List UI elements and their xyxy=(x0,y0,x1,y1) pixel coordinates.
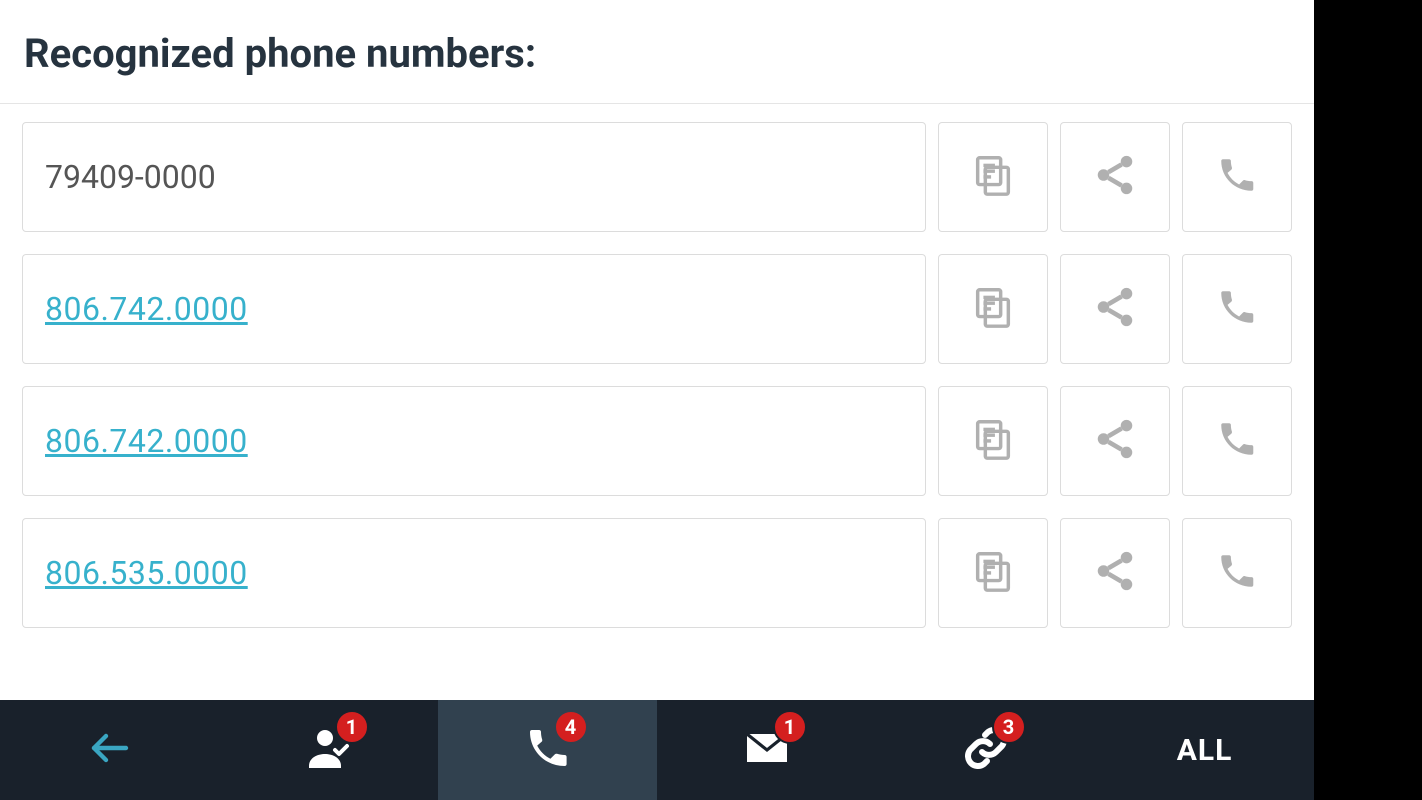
share-button[interactable] xyxy=(1060,254,1170,364)
share-button[interactable] xyxy=(1060,386,1170,496)
nav-link-button[interactable]: 3 xyxy=(876,700,1095,800)
copy-button[interactable] xyxy=(938,254,1048,364)
copy-button[interactable] xyxy=(938,122,1048,232)
call-button[interactable] xyxy=(1182,254,1292,364)
call-button[interactable] xyxy=(1182,386,1292,496)
phone-icon xyxy=(1216,418,1258,464)
android-recent-button[interactable] xyxy=(1342,172,1394,224)
page-title: Recognized phone numbers: xyxy=(24,30,1290,77)
copy-button[interactable] xyxy=(938,518,1048,628)
phone-number-box: 79409-0000 xyxy=(22,122,926,232)
phone-number-link[interactable]: 806.535.0000 xyxy=(45,554,248,592)
all-label: ALL xyxy=(1177,733,1233,768)
phone-number-link[interactable]: 806.742.0000 xyxy=(45,422,248,460)
nav-all-button[interactable]: ALL xyxy=(1095,700,1314,800)
arrow-left-icon xyxy=(86,724,134,776)
copy-icon xyxy=(970,152,1016,202)
phone-number-box[interactable]: 806.742.0000 xyxy=(22,386,926,496)
phone-number-link[interactable]: 806.742.0000 xyxy=(45,290,248,328)
phone-icon xyxy=(1216,286,1258,332)
phone-icon xyxy=(1216,154,1258,200)
mail-badge: 1 xyxy=(773,710,807,744)
phone-number-row: 806.742.0000 xyxy=(22,386,1292,496)
copy-icon xyxy=(970,548,1016,598)
contacts-badge: 1 xyxy=(335,710,369,744)
phone-number-box[interactable]: 806.535.0000 xyxy=(22,518,926,628)
phone-number-row: 79409-0000 xyxy=(22,122,1292,232)
share-button[interactable] xyxy=(1060,518,1170,628)
phone-number-row: 806.535.0000 xyxy=(22,518,1292,628)
link-badge: 3 xyxy=(992,710,1026,744)
phone-number-row: 806.742.0000 xyxy=(22,254,1292,364)
copy-icon xyxy=(970,416,1016,466)
android-home-button[interactable] xyxy=(1342,374,1394,426)
copy-button[interactable] xyxy=(938,386,1048,496)
call-button[interactable] xyxy=(1182,518,1292,628)
nav-phone-button[interactable]: 4 xyxy=(438,700,657,800)
header: Recognized phone numbers: xyxy=(0,0,1314,103)
nav-contacts-button[interactable]: 1 xyxy=(219,700,438,800)
share-button[interactable] xyxy=(1060,122,1170,232)
phone-badge: 4 xyxy=(554,710,588,744)
nav-back-button[interactable] xyxy=(0,700,219,800)
phone-number-list: 79409-0000 806.742.0000 806.742.0000 806.53… xyxy=(0,104,1314,700)
share-icon xyxy=(1092,152,1138,202)
share-icon xyxy=(1092,548,1138,598)
android-system-bar xyxy=(1314,0,1422,800)
copy-icon xyxy=(970,284,1016,334)
share-icon xyxy=(1092,416,1138,466)
call-button[interactable] xyxy=(1182,122,1292,232)
android-back-button[interactable] xyxy=(1342,576,1394,628)
phone-icon xyxy=(1216,550,1258,596)
phone-number-text: 79409-0000 xyxy=(45,158,216,196)
bottom-nav: 1 4 1 3 ALL xyxy=(0,700,1314,800)
phone-number-box[interactable]: 806.742.0000 xyxy=(22,254,926,364)
nav-mail-button[interactable]: 1 xyxy=(657,700,876,800)
share-icon xyxy=(1092,284,1138,334)
